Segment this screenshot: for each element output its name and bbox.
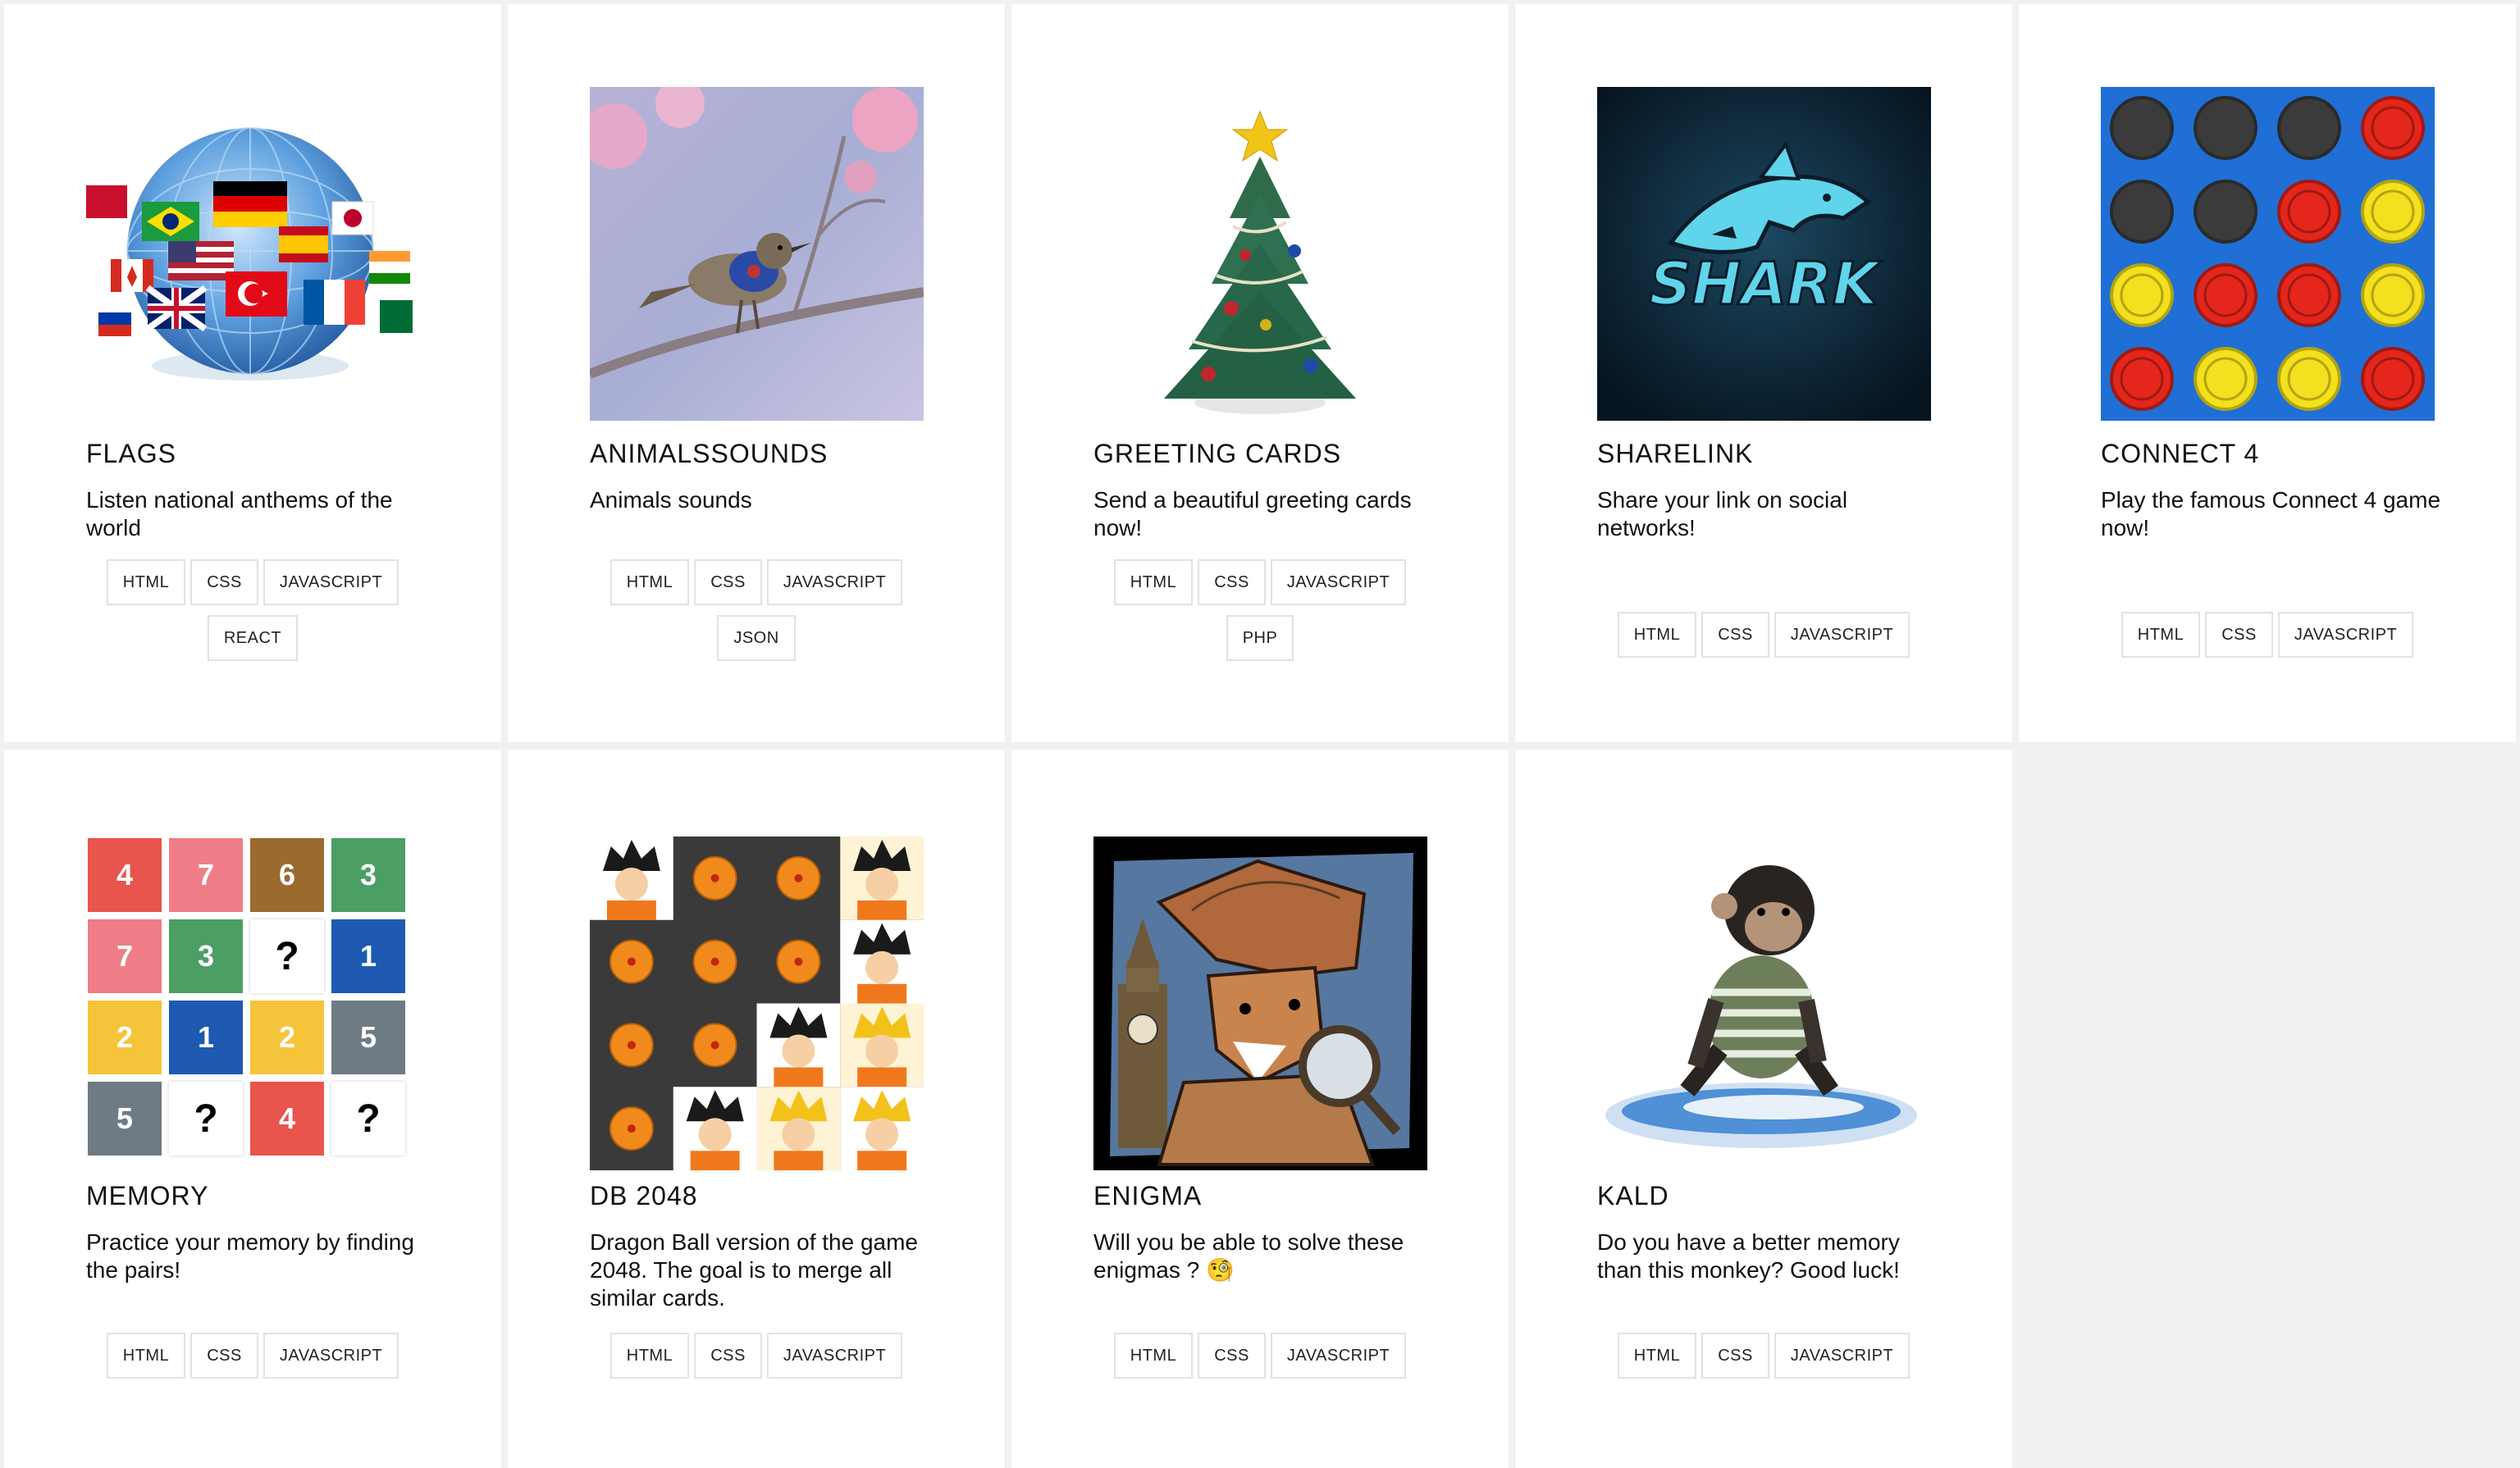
tag-javascript: JAVASCRIPT [1270, 1333, 1407, 1379]
card-description: Animals sounds [590, 487, 752, 513]
connect4-disc [2110, 180, 2174, 244]
card-description: Listen national anthems of the world [86, 487, 393, 540]
memory-tile: 2 [250, 1001, 324, 1074]
connect4-thumbnail[interactable] [2101, 87, 2435, 421]
greeting-cards-thumbnail[interactable] [1093, 87, 1427, 421]
tag-css: CSS [1198, 1333, 1266, 1379]
project-card-animalssounds[interactable]: ANIMALSSOUNDS Animals sounds HTML CSS JA… [508, 4, 1005, 742]
tech-tags: HTML CSS JAVASCRIPT REACT [4, 559, 501, 661]
memory-tile: 7 [169, 838, 243, 912]
memory-tile: 1 [169, 1001, 243, 1074]
tag-html: HTML [1617, 612, 1697, 658]
shark-logo-text: SHARK [1649, 249, 1882, 318]
tag-javascript: JAVASCRIPT [766, 1333, 903, 1379]
tag-css: CSS [694, 559, 762, 605]
tag-javascript: JAVASCRIPT [766, 559, 903, 605]
project-card-memory[interactable]: 4 7 6 3 7 3? 1 2 1 2 5 5? 4? MEMORY Practice your me… [4, 750, 501, 1468]
memory-tile: ? [169, 1082, 243, 1156]
project-card-flags[interactable]: FLAGS Listen national anthems of the wor… [4, 4, 501, 742]
enigma-thumbnail[interactable] [1093, 837, 1427, 1170]
tag-html: HTML [2121, 612, 2201, 658]
db2048-thumbnail[interactable] [590, 837, 924, 1170]
card-description: Practice your memory by finding the pair… [86, 1229, 414, 1283]
memory-tile: 1 [331, 919, 405, 993]
tag-css: CSS [1701, 612, 1769, 658]
tag-javascript: JAVASCRIPT [2277, 612, 2414, 658]
tag-javascript: JAVASCRIPT [1774, 612, 1911, 658]
flags-thumbnail[interactable] [86, 87, 420, 421]
card-title: DB 2048 [590, 1181, 698, 1210]
tag-json: JSON [717, 615, 796, 661]
card-title: MEMORY [86, 1181, 209, 1210]
tech-tags: HTML CSS JAVASCRIPT [2019, 612, 2516, 658]
projects-grid: FLAGS Listen national anthems of the wor… [0, 0, 2520, 1468]
tag-html: HTML [1113, 1333, 1194, 1379]
tag-react: REACT [207, 615, 299, 661]
tag-javascript: JAVASCRIPT [262, 1333, 399, 1379]
memory-tile: 2 [88, 1001, 162, 1074]
tag-javascript: JAVASCRIPT [262, 559, 399, 605]
connect4-disc [2194, 96, 2258, 160]
memory-tile: 3 [169, 919, 243, 993]
animalssounds-thumbnail[interactable] [590, 87, 924, 421]
tech-tags: HTML CSS JAVASCRIPT [508, 1333, 1005, 1379]
tech-tags: HTML CSS JAVASCRIPT [1011, 1333, 1509, 1379]
card-title: SHARELINK [1597, 439, 1754, 468]
tech-tags: HTML CSS JAVASCRIPT [1515, 612, 2012, 658]
card-title: FLAGS [86, 439, 176, 468]
card-title: CONNECT 4 [2101, 439, 2260, 468]
project-card-db2048[interactable]: DB 2048 Dragon Ball version of the game … [508, 750, 1005, 1468]
card-title: GREETING CARDS [1093, 439, 1342, 468]
tag-html: HTML [1617, 1333, 1697, 1379]
card-description: Send a beautiful greeting cards now! [1093, 487, 1412, 540]
memory-tile: 6 [250, 838, 324, 912]
tag-javascript: JAVASCRIPT [1270, 559, 1407, 605]
card-title: ENIGMA [1093, 1181, 1203, 1210]
memory-thumbnail[interactable]: 4 7 6 3 7 3? 1 2 1 2 5 5? 4? [86, 837, 420, 1170]
card-title: KALD [1597, 1181, 1669, 1210]
memory-tile: 4 [250, 1082, 324, 1156]
tech-tags: HTML CSS JAVASCRIPT [1515, 1333, 2012, 1379]
project-card-enigma[interactable]: ENIGMA Will you be able to solve these e… [1011, 750, 1509, 1468]
tag-css: CSS [190, 1333, 258, 1379]
kald-thumbnail[interactable] [1597, 837, 1931, 1170]
tech-tags: HTML CSS JAVASCRIPT PHP [1011, 559, 1509, 661]
tag-css: CSS [190, 559, 258, 605]
tag-css: CSS [1198, 559, 1266, 605]
memory-tile: 5 [331, 1001, 405, 1074]
tech-tags: HTML CSS JAVASCRIPT JSON [508, 559, 1005, 661]
tag-html: HTML [1113, 559, 1194, 605]
card-description: Do you have a better memory than this mo… [1597, 1229, 1900, 1283]
card-description: Dragon Ball version of the game 2048. Th… [590, 1229, 918, 1311]
project-card-greeting-cards[interactable]: GREETING CARDS Send a beautiful greeting… [1011, 4, 1509, 742]
project-card-kald[interactable]: KALD Do you have a better memory than th… [1515, 750, 2012, 1468]
memory-tile: 3 [331, 838, 405, 912]
tech-tags: HTML CSS JAVASCRIPT [4, 1333, 501, 1379]
memory-tile: 7 [88, 919, 162, 993]
tag-html: HTML [106, 559, 186, 605]
tag-php: PHP [1226, 615, 1294, 661]
memory-tile: ? [331, 1082, 405, 1156]
tag-css: CSS [694, 1333, 762, 1379]
memory-tile: 5 [88, 1082, 162, 1156]
card-title: ANIMALSSOUNDS [590, 439, 829, 468]
card-description: Will you be able to solve these enigmas … [1093, 1229, 1404, 1283]
tag-html: HTML [106, 1333, 186, 1379]
project-card-connect4[interactable]: CONNECT 4 Play the famous Connect 4 game… [2019, 4, 2516, 742]
tag-javascript: JAVASCRIPT [1774, 1333, 1911, 1379]
connect4-disc [2110, 96, 2174, 160]
sharelink-thumbnail[interactable]: SHARK [1597, 87, 1931, 421]
tag-css: CSS [1701, 1333, 1769, 1379]
tag-html: HTML [609, 559, 690, 605]
connect4-disc [2194, 180, 2258, 244]
project-card-sharelink[interactable]: SHARK SHARELINK Share your link on socia… [1515, 4, 2012, 742]
memory-tile: ? [250, 919, 324, 993]
card-description: Share your link on social networks! [1597, 487, 1848, 540]
connect4-disc [2277, 96, 2341, 160]
tag-html: HTML [609, 1333, 690, 1379]
card-description: Play the famous Connect 4 game now! [2101, 487, 2441, 540]
tag-css: CSS [2205, 612, 2273, 658]
memory-tile: 4 [88, 838, 162, 912]
